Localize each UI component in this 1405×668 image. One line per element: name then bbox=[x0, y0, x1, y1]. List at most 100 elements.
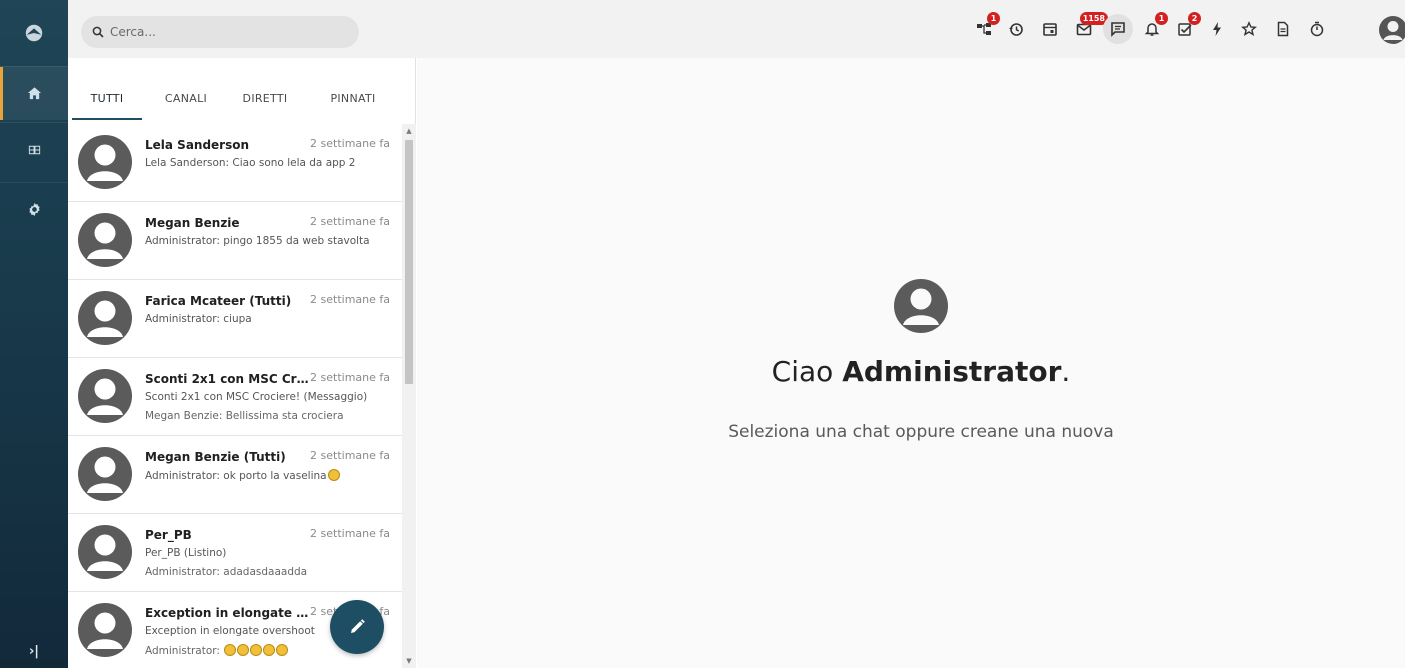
history-icon bbox=[1009, 23, 1023, 36]
tab-diretti[interactable]: DIRETTI bbox=[228, 92, 302, 120]
greeting-prefix: Ciao bbox=[771, 355, 843, 388]
chat-time: 2 settimane fa bbox=[310, 449, 390, 462]
chat-icon bbox=[1111, 22, 1125, 37]
contact-avatar-icon bbox=[78, 447, 132, 501]
collapse-sidebar-button[interactable]: ›| bbox=[0, 634, 68, 668]
contact-avatar-icon bbox=[78, 603, 132, 657]
tab-pinnati[interactable]: PINNATI bbox=[313, 92, 393, 120]
welcome-area: Ciao Administrator. Seleziona una chat o… bbox=[417, 58, 1405, 668]
tasks-button[interactable]: 2 bbox=[1175, 12, 1201, 39]
chat-last-message: Administrator: adadasdaaadda bbox=[145, 566, 308, 578]
workflow-button[interactable]: 1 bbox=[974, 12, 1000, 39]
chat-list-item[interactable]: Per_PB 2 settimane fa Per_PB (Listino) A… bbox=[68, 514, 402, 592]
mail-button[interactable]: 1158 bbox=[1074, 12, 1108, 39]
greeting-user-name: Administrator bbox=[842, 355, 1062, 388]
search-box[interactable] bbox=[81, 16, 359, 48]
chat-list-item[interactable]: Sconti 2x1 con MSC Croc... 2 settimane f… bbox=[68, 358, 402, 436]
logo-icon bbox=[25, 24, 43, 42]
tab-canali[interactable]: CANALI bbox=[148, 92, 224, 120]
chat-time: 2 settimane fa bbox=[310, 215, 390, 228]
chat-tabs: TUTTI CANALI DIRETTI PINNATI bbox=[68, 58, 416, 122]
chat-name: Megan Benzie (Tutti) bbox=[145, 450, 286, 464]
chat-name: Lela Sanderson bbox=[145, 138, 250, 152]
calendar-button[interactable] bbox=[1040, 19, 1060, 39]
emoji-icon bbox=[276, 644, 289, 656]
chat-preview-text: Administrator: ok porto la vaselina bbox=[145, 470, 327, 482]
app-logo[interactable] bbox=[0, 0, 68, 66]
chat-last-message-text: Administrator: bbox=[145, 645, 224, 657]
settings-icon bbox=[28, 202, 40, 217]
app-root: ›| 1 1158 1 2 bbox=[0, 0, 1405, 668]
favorites-button[interactable] bbox=[1239, 19, 1259, 39]
chat-preview: Administrator: ciupa bbox=[145, 313, 252, 325]
sidebar-item-grid[interactable] bbox=[0, 122, 68, 176]
timer-icon bbox=[1310, 21, 1324, 37]
document-icon bbox=[1277, 21, 1289, 37]
chat-name: Farica Mcateer (Tutti) bbox=[145, 294, 292, 308]
search-input[interactable] bbox=[110, 25, 340, 39]
new-chat-button[interactable] bbox=[330, 600, 384, 654]
chat-name: Exception in elongate o... bbox=[145, 606, 309, 620]
star-icon bbox=[1241, 21, 1257, 37]
chat-preview: Sconti 2x1 con MSC Crociere! (Messaggio) bbox=[145, 391, 368, 403]
chat-time: 2 settimane fa bbox=[310, 137, 390, 150]
emoji-icon bbox=[224, 644, 237, 656]
chat-list: Lela Sanderson 2 settimane fa Lela Sande… bbox=[68, 124, 402, 668]
top-bar: 1 1158 1 2 bbox=[68, 0, 1405, 58]
active-tab-indicator bbox=[72, 118, 142, 120]
chat-preview: Per_PB (Listino) bbox=[145, 547, 227, 559]
grid-icon bbox=[28, 145, 40, 155]
sidebar-item-home[interactable] bbox=[0, 66, 68, 120]
flash-button[interactable] bbox=[1207, 19, 1227, 39]
tab-tutti[interactable]: TUTTI bbox=[72, 92, 142, 120]
nav-rail: ›| bbox=[0, 0, 68, 668]
timer-button[interactable] bbox=[1307, 19, 1327, 39]
history-button[interactable] bbox=[1006, 19, 1026, 39]
user-avatar-icon bbox=[894, 279, 948, 333]
welcome-greeting: Ciao Administrator. bbox=[417, 355, 1405, 388]
chat-last-message: Megan Benzie: Bellissima sta crociera bbox=[145, 410, 344, 422]
chat-list-item[interactable]: Lela Sanderson 2 settimane fa Lela Sande… bbox=[68, 124, 402, 202]
flash-icon bbox=[1213, 22, 1221, 36]
chat-preview: Lela Sanderson: Ciao sono lela da app 2 bbox=[145, 157, 356, 169]
notifications-badge: 1 bbox=[1155, 12, 1168, 25]
workflow-badge: 1 bbox=[987, 12, 1000, 25]
pencil-icon bbox=[351, 619, 365, 633]
chat-time: 2 settimane fa bbox=[310, 371, 390, 384]
calendar-icon bbox=[1043, 23, 1057, 36]
emoji-icon bbox=[250, 644, 263, 656]
chat-preview: Administrator: pingo 1855 da web stavolt… bbox=[145, 235, 370, 247]
chat-time: 2 settimane fa bbox=[310, 527, 390, 540]
contact-avatar-icon bbox=[78, 291, 132, 345]
welcome-subtitle: Seleziona una chat oppure creane una nuo… bbox=[728, 422, 1114, 442]
emoji-icon bbox=[237, 644, 250, 656]
chat-button[interactable] bbox=[1103, 14, 1133, 44]
scrollbar-thumb[interactable] bbox=[405, 140, 413, 384]
chat-list-item[interactable]: Farica Mcateer (Tutti) 2 settimane fa Ad… bbox=[68, 280, 402, 358]
tasks-badge: 2 bbox=[1188, 12, 1201, 25]
home-icon bbox=[27, 87, 41, 100]
chat-name: Sconti 2x1 con MSC Croc... bbox=[145, 372, 309, 386]
search-icon bbox=[92, 26, 104, 38]
collapse-icon: ›| bbox=[28, 643, 40, 659]
chat-name: Per_PB bbox=[145, 528, 192, 542]
emoji-icon bbox=[327, 469, 340, 481]
chat-list-scrollbar[interactable]: ▲ ▼ bbox=[402, 124, 416, 668]
scroll-up-icon[interactable]: ▲ bbox=[405, 127, 413, 135]
documents-button[interactable] bbox=[1273, 19, 1293, 39]
scroll-down-icon[interactable]: ▼ bbox=[405, 657, 413, 665]
contact-avatar-icon bbox=[78, 135, 132, 189]
contact-avatar-icon bbox=[78, 369, 132, 423]
sidebar-item-settings[interactable] bbox=[0, 182, 68, 236]
user-avatar-icon[interactable] bbox=[1379, 16, 1405, 44]
contact-avatar-icon bbox=[78, 525, 132, 579]
greeting-suffix: . bbox=[1061, 355, 1071, 388]
chat-list-item[interactable]: Megan Benzie 2 settimane fa Administrato… bbox=[68, 202, 402, 280]
chat-preview: Administrator: ok porto la vaselina bbox=[145, 469, 395, 482]
chat-list-item[interactable]: Megan Benzie (Tutti) 2 settimane fa Admi… bbox=[68, 436, 402, 514]
chat-name: Megan Benzie bbox=[145, 216, 240, 230]
notifications-button[interactable]: 1 bbox=[1142, 12, 1168, 39]
chat-time: 2 settimane fa bbox=[310, 293, 390, 306]
contact-avatar-icon bbox=[78, 213, 132, 267]
emoji-icon bbox=[263, 644, 276, 656]
